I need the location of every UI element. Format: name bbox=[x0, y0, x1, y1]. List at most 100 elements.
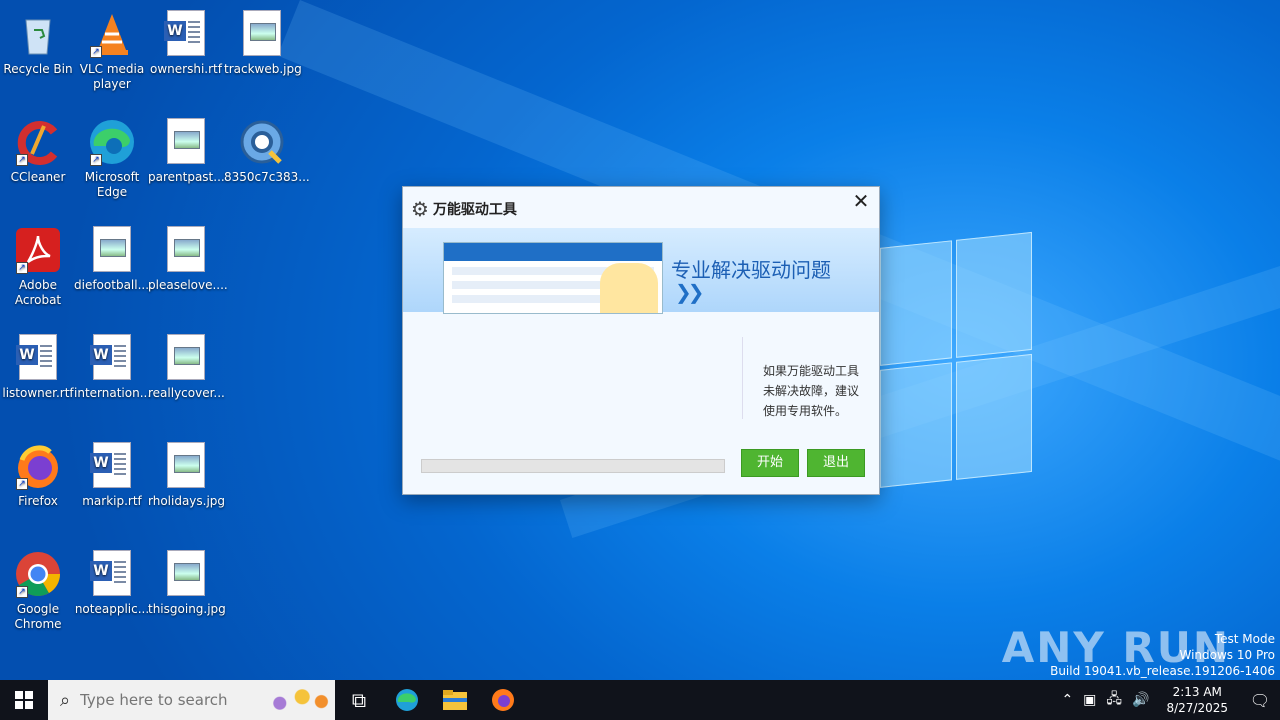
banner-text: 专业解决驱动问题 bbox=[671, 258, 831, 282]
word-document-icon: W bbox=[88, 334, 136, 382]
icon-label: Firefox bbox=[18, 494, 58, 508]
notification-button[interactable]: 🗨 bbox=[1240, 691, 1280, 710]
icon-label: trackweb.jpg bbox=[224, 62, 302, 76]
folder-icon bbox=[443, 690, 467, 710]
firefox-icon bbox=[492, 689, 514, 711]
icon-label: pleaselove.... bbox=[148, 278, 228, 292]
start-button[interactable] bbox=[0, 680, 48, 720]
exit-button[interactable]: 退出 bbox=[807, 449, 865, 477]
search-input[interactable] bbox=[78, 690, 273, 710]
word-document-icon: W bbox=[14, 334, 62, 382]
acrobat-icon: ↗ bbox=[14, 226, 62, 274]
desktop-icon-pleaselove[interactable]: pleaselove.... bbox=[148, 220, 228, 293]
dialog-title-bar: ⚙ 万能驱动工具 bbox=[411, 197, 517, 221]
icon-label: 8350c7c383... bbox=[224, 170, 310, 184]
taskbar-edge-button[interactable] bbox=[383, 680, 431, 720]
banner: 专业解决驱动问题 ❯❯ bbox=[403, 228, 879, 314]
desktop-icon-chrome[interactable]: ↗ Google Chrome bbox=[0, 544, 76, 632]
icon-label: diefootball.... bbox=[74, 278, 153, 292]
taskbar: ⌕ ⧉ ⌃ ▣ 🖧 🔊 2:13 AM 8/27/2025 🗨 bbox=[0, 680, 1280, 720]
icon-label: rholidays.jpg bbox=[148, 494, 226, 508]
icon-label: listowner.rtf bbox=[2, 386, 74, 400]
icon-label: parentpast... bbox=[148, 170, 225, 184]
icon-label: ownershi.rtf bbox=[150, 62, 222, 76]
icon-label: Google Chrome bbox=[14, 602, 62, 631]
image-file-icon bbox=[162, 334, 210, 382]
taskbar-search[interactable]: ⌕ bbox=[48, 680, 335, 720]
desktop-icon-rholidays[interactable]: rholidays.jpg bbox=[148, 436, 226, 509]
desktop-icon-parentpast[interactable]: parentpast... bbox=[148, 112, 225, 185]
close-button[interactable]: ✕ bbox=[849, 189, 873, 213]
icon-label: VLC media player bbox=[79, 62, 145, 91]
icon-label: noteapplic... bbox=[74, 602, 150, 616]
system-tray: ⌃ ▣ 🖧 🔊 2:13 AM 8/27/2025 🗨 bbox=[1056, 680, 1280, 720]
windows-edition-label: Windows 10 Pro bbox=[1179, 648, 1275, 662]
desktop-icon-edge[interactable]: ↗ Microsoft Edge bbox=[74, 112, 150, 200]
icon-label: markip.rtf bbox=[82, 494, 142, 508]
taskbar-file-explorer-button[interactable] bbox=[431, 680, 479, 720]
icon-label: reallycover... bbox=[148, 386, 225, 400]
icon-label: Recycle Bin bbox=[3, 62, 73, 76]
image-file-icon bbox=[162, 226, 210, 274]
word-document-icon: W bbox=[88, 442, 136, 490]
icon-label: Adobe Acrobat bbox=[14, 278, 62, 307]
close-icon: ✕ bbox=[852, 189, 870, 213]
task-view-button[interactable]: ⧉ bbox=[335, 680, 383, 720]
desktop-icon-markip[interactable]: W markip.rtf bbox=[74, 436, 150, 509]
start-button[interactable]: 开始 bbox=[741, 449, 799, 477]
clock[interactable]: 2:13 AM 8/27/2025 bbox=[1154, 684, 1240, 716]
icon-label: Microsoft Edge bbox=[84, 170, 140, 199]
driver-tool-dialog: ⚙ 万能驱动工具 ✕ 专业解决驱动问题 ❯❯ 如果万能驱动工具未解决故障，建议使… bbox=[402, 186, 880, 495]
chrome-icon: ↗ bbox=[14, 550, 62, 598]
desktop-icon-trackweb[interactable]: trackweb.jpg bbox=[224, 4, 302, 77]
image-file-icon bbox=[88, 226, 136, 274]
image-file-icon bbox=[162, 118, 210, 166]
desktop-icon-8350c7c383[interactable]: 8350c7c383... bbox=[224, 112, 310, 185]
image-file-icon bbox=[238, 10, 286, 58]
search-decoration bbox=[267, 684, 331, 716]
recycle-bin-icon bbox=[14, 10, 62, 58]
desktop-icon-reallycover[interactable]: reallycover... bbox=[148, 328, 225, 401]
windows-start-icon bbox=[15, 691, 33, 709]
desktop-icon-thisgoing[interactable]: thisgoing.jpg bbox=[148, 544, 226, 617]
test-mode-label: Test Mode bbox=[1214, 632, 1275, 646]
gear-icon: ⚙ bbox=[411, 197, 429, 221]
search-icon: ⌕ bbox=[60, 689, 71, 711]
image-file-icon bbox=[162, 442, 210, 490]
taskbar-firefox-button[interactable] bbox=[479, 680, 527, 720]
clock-date: 8/27/2025 bbox=[1166, 701, 1228, 715]
ccleaner-icon: ↗ bbox=[14, 118, 62, 166]
desktop-icon-ccleaner[interactable]: ↗ CCleaner bbox=[0, 112, 76, 185]
vlc-icon: ↗ bbox=[88, 10, 136, 58]
chevron-up-icon[interactable]: ⌃ bbox=[1056, 692, 1078, 708]
device-icon[interactable]: ▣ bbox=[1078, 692, 1101, 708]
desktop-icon-firefox[interactable]: ↗ Firefox bbox=[0, 436, 76, 509]
desktop-icon-ownershi[interactable]: W ownershi.rtf bbox=[148, 4, 224, 77]
clock-time: 2:13 AM bbox=[1172, 685, 1222, 699]
dialog-title: 万能驱动工具 bbox=[432, 202, 517, 218]
desktop-icon-vlc[interactable]: ↗ VLC media player bbox=[74, 4, 150, 92]
windows-logo bbox=[880, 231, 1032, 488]
network-icon[interactable]: 🖧 bbox=[1101, 688, 1127, 712]
icon-label: CCleaner bbox=[10, 170, 66, 184]
image-file-icon bbox=[162, 550, 210, 598]
app-screenshot-image bbox=[443, 242, 663, 314]
desktop-icon-noteapplic[interactable]: W noteapplic... bbox=[74, 544, 150, 617]
hint-text: 如果万能驱动工具未解决故障，建议使用专用软件。 bbox=[742, 337, 860, 419]
edge-icon: ↗ bbox=[88, 118, 136, 166]
desktop-icon-listowner[interactable]: W listowner.rtf bbox=[0, 328, 76, 401]
desktop-icon-diefootball[interactable]: diefootball.... bbox=[74, 220, 153, 293]
desktop-icon-internation[interactable]: W internation... bbox=[74, 328, 152, 401]
setup-gear-icon bbox=[238, 118, 286, 166]
task-view-icon: ⧉ bbox=[351, 688, 367, 712]
chevron-right-icon: ❯❯ bbox=[675, 280, 704, 304]
desktop-icon-recycle-bin[interactable]: Recycle Bin bbox=[0, 4, 76, 77]
icon-label: internation... bbox=[74, 386, 152, 400]
desktop-icon-acrobat[interactable]: ↗ Adobe Acrobat bbox=[0, 220, 76, 308]
word-document-icon: W bbox=[88, 550, 136, 598]
notification-icon: 🗨 bbox=[1249, 690, 1271, 710]
firefox-icon: ↗ bbox=[14, 442, 62, 490]
progress-bar bbox=[421, 459, 725, 473]
speaker-icon[interactable]: 🔊 bbox=[1127, 692, 1154, 708]
word-document-icon: W bbox=[162, 10, 210, 58]
